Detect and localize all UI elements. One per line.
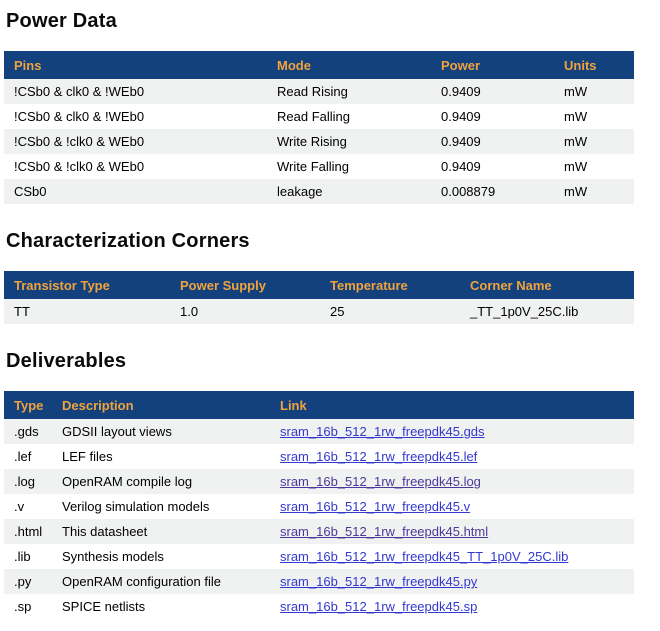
deliverables-table: Type Description Link .gds GDSII layout … — [4, 391, 634, 619]
cell-mode: Read Rising — [267, 79, 431, 104]
cell-pins: !CSb0 & clk0 & !WEb0 — [4, 104, 267, 129]
table-row: TT 1.0 25 _TT_1p0V_25C.lib — [4, 299, 634, 324]
characterization-corners-title: Characterization Corners — [6, 230, 634, 253]
cell-pins: !CSb0 & clk0 & !WEb0 — [4, 79, 267, 104]
header-temperature: Temperature — [320, 271, 460, 299]
header-description: Description — [52, 391, 270, 419]
cell-link: sram_16b_512_1rw_freepdk45.sp — [270, 594, 634, 619]
characterization-corners-table: Transistor Type Power Supply Temperature… — [4, 271, 634, 324]
cell-type: .gds — [4, 419, 52, 444]
cell-type: .lef — [4, 444, 52, 469]
cell-units: mW — [554, 154, 634, 179]
cell-corner-name: _TT_1p0V_25C.lib — [460, 299, 634, 324]
cell-units: mW — [554, 129, 634, 154]
table-row: .lef LEF files sram_16b_512_1rw_freepdk4… — [4, 444, 634, 469]
table-row: .log OpenRAM compile log sram_16b_512_1r… — [4, 469, 634, 494]
table-row: !CSb0 & !clk0 & WEb0 Write Rising 0.9409… — [4, 129, 634, 154]
header-pins: Pins — [4, 51, 267, 79]
table-row: !CSb0 & clk0 & !WEb0 Read Falling 0.9409… — [4, 104, 634, 129]
cell-transistor-type: TT — [4, 299, 170, 324]
cell-description: Synthesis models — [52, 544, 270, 569]
cell-mode: Write Rising — [267, 129, 431, 154]
cell-type: .py — [4, 569, 52, 594]
deliverable-file-link[interactable]: sram_16b_512_1rw_freepdk45.v — [280, 499, 470, 514]
deliverable-file-link[interactable]: sram_16b_512_1rw_freepdk45.py — [280, 574, 477, 589]
header-units: Units — [554, 51, 634, 79]
table-row: .gds GDSII layout views sram_16b_512_1rw… — [4, 419, 634, 444]
header-power-supply: Power Supply — [170, 271, 320, 299]
cell-pins: !CSb0 & !clk0 & WEb0 — [4, 154, 267, 179]
table-row: .sp SPICE netlists sram_16b_512_1rw_free… — [4, 594, 634, 619]
table-row: .lib Synthesis models sram_16b_512_1rw_f… — [4, 544, 634, 569]
header-link: Link — [270, 391, 634, 419]
deliverable-file-link[interactable]: sram_16b_512_1rw_freepdk45.log — [280, 474, 481, 489]
power-data-title: Power Data — [6, 10, 634, 33]
table-header-row: Type Description Link — [4, 391, 634, 419]
cell-link: sram_16b_512_1rw_freepdk45.lef — [270, 444, 634, 469]
cell-temperature: 25 — [320, 299, 460, 324]
cell-pins: !CSb0 & !clk0 & WEb0 — [4, 129, 267, 154]
cell-link: sram_16b_512_1rw_freepdk45.py — [270, 569, 634, 594]
cell-units: mW — [554, 179, 634, 204]
table-header-row: Pins Mode Power Units — [4, 51, 634, 79]
table-row: !CSb0 & clk0 & !WEb0 Read Rising 0.9409 … — [4, 79, 634, 104]
cell-pins: CSb0 — [4, 179, 267, 204]
deliverables-title: Deliverables — [6, 350, 634, 373]
cell-description: OpenRAM compile log — [52, 469, 270, 494]
table-row: CSb0 leakage 0.008879 mW — [4, 179, 634, 204]
header-mode: Mode — [267, 51, 431, 79]
cell-link: sram_16b_512_1rw_freepdk45.log — [270, 469, 634, 494]
header-power: Power — [431, 51, 554, 79]
table-row: .v Verilog simulation models sram_16b_51… — [4, 494, 634, 519]
cell-units: mW — [554, 104, 634, 129]
cell-description: This datasheet — [52, 519, 270, 544]
deliverable-file-link[interactable]: sram_16b_512_1rw_freepdk45.sp — [280, 599, 477, 614]
cell-type: .lib — [4, 544, 52, 569]
cell-mode: Write Falling — [267, 154, 431, 179]
cell-units: mW — [554, 79, 634, 104]
cell-power-supply: 1.0 — [170, 299, 320, 324]
cell-power: 0.9409 — [431, 104, 554, 129]
header-type: Type — [4, 391, 52, 419]
power-data-table: Pins Mode Power Units !CSb0 & clk0 & !WE… — [4, 51, 634, 204]
cell-link: sram_16b_512_1rw_freepdk45.v — [270, 494, 634, 519]
cell-description: SPICE netlists — [52, 594, 270, 619]
cell-type: .log — [4, 469, 52, 494]
table-row: !CSb0 & !clk0 & WEb0 Write Falling 0.940… — [4, 154, 634, 179]
cell-power: 0.9409 — [431, 79, 554, 104]
cell-link: sram_16b_512_1rw_freepdk45_TT_1p0V_25C.l… — [270, 544, 634, 569]
cell-link: sram_16b_512_1rw_freepdk45.html — [270, 519, 634, 544]
deliverable-file-link[interactable]: sram_16b_512_1rw_freepdk45.lef — [280, 449, 477, 464]
deliverable-file-link[interactable]: sram_16b_512_1rw_freepdk45.html — [280, 524, 488, 539]
cell-description: OpenRAM configuration file — [52, 569, 270, 594]
cell-mode: leakage — [267, 179, 431, 204]
cell-type: .v — [4, 494, 52, 519]
deliverable-file-link[interactable]: sram_16b_512_1rw_freepdk45_TT_1p0V_25C.l… — [280, 549, 568, 564]
cell-description: Verilog simulation models — [52, 494, 270, 519]
table-header-row: Transistor Type Power Supply Temperature… — [4, 271, 634, 299]
cell-mode: Read Falling — [267, 104, 431, 129]
cell-description: LEF files — [52, 444, 270, 469]
cell-link: sram_16b_512_1rw_freepdk45.gds — [270, 419, 634, 444]
deliverable-file-link[interactable]: sram_16b_512_1rw_freepdk45.gds — [280, 424, 485, 439]
header-transistor-type: Transistor Type — [4, 271, 170, 299]
cell-power: 0.9409 — [431, 154, 554, 179]
cell-type: .sp — [4, 594, 52, 619]
cell-power: 0.008879 — [431, 179, 554, 204]
cell-power: 0.9409 — [431, 129, 554, 154]
cell-description: GDSII layout views — [52, 419, 270, 444]
cell-type: .html — [4, 519, 52, 544]
table-row: .html This datasheet sram_16b_512_1rw_fr… — [4, 519, 634, 544]
table-row: .py OpenRAM configuration file sram_16b_… — [4, 569, 634, 594]
header-corner-name: Corner Name — [460, 271, 634, 299]
